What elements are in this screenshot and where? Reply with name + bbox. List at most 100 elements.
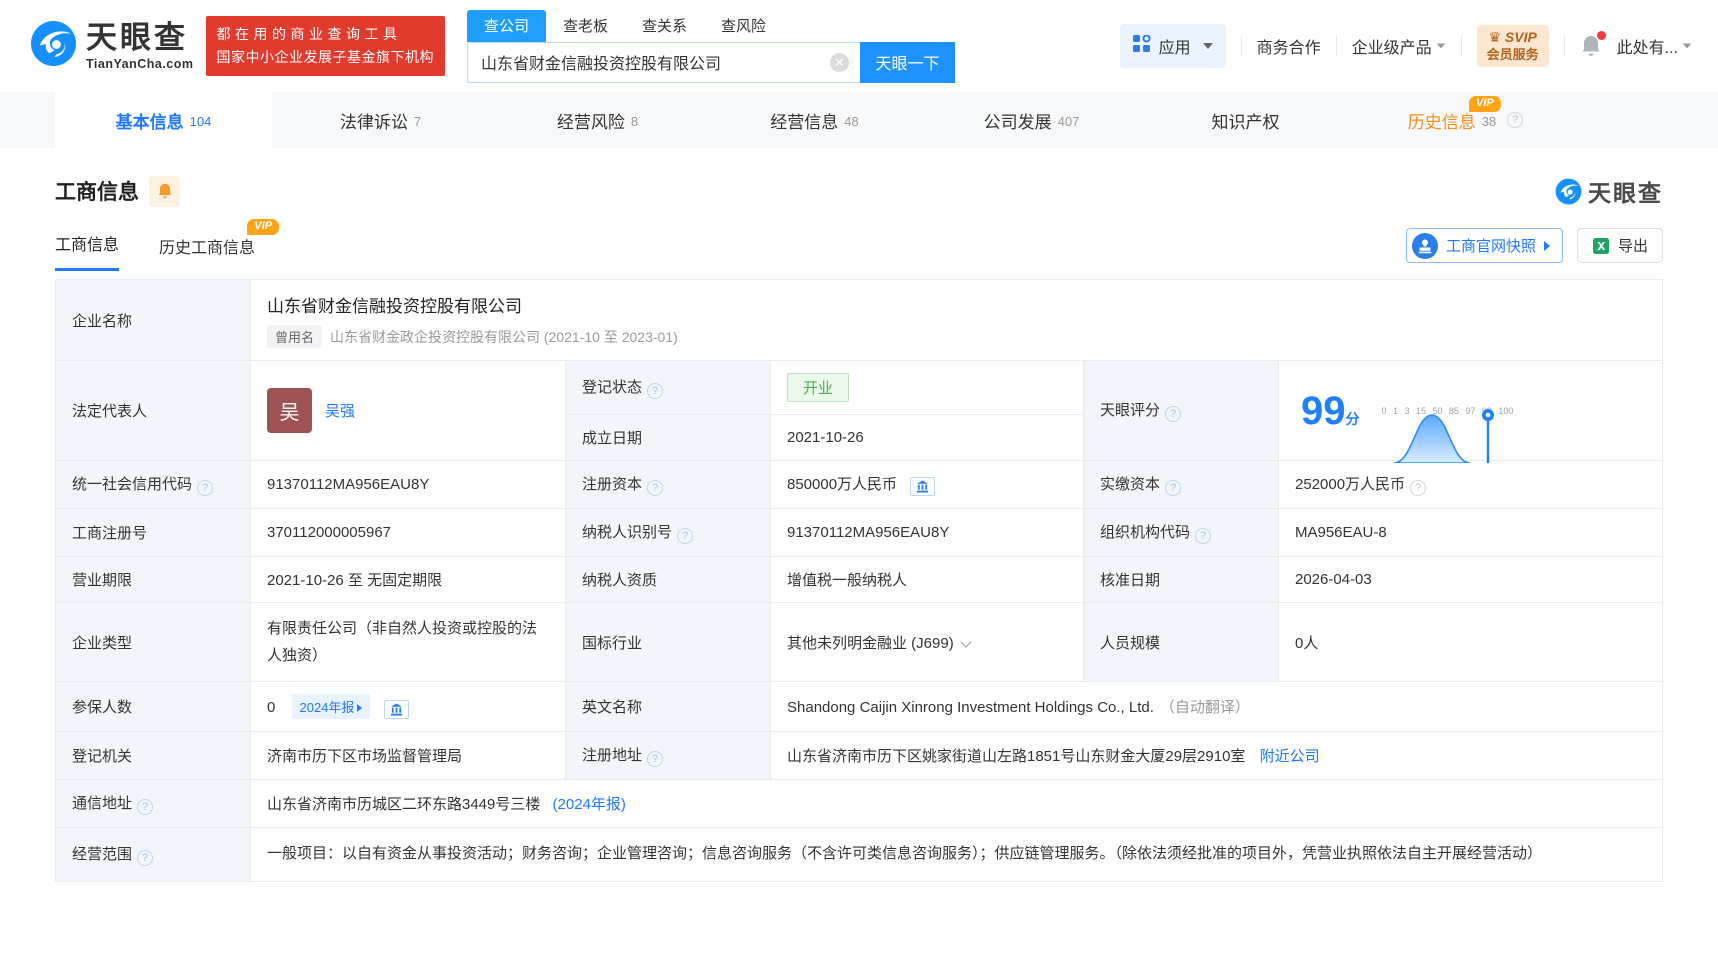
slogan-line1: 都在用的商业查询工具 [216, 25, 402, 42]
paid-capital-cell: 252000万人民币? [1278, 460, 1663, 509]
reg-capital-cell: 850000万人民币 [770, 460, 1084, 509]
legal-rep-link[interactable]: 吴强 [325, 400, 355, 421]
tianyancha-watermark: 天眼查 [1555, 174, 1663, 208]
help-icon[interactable]: ? [197, 480, 214, 496]
table-row: 统一社会信用代码? 91370112MA956EAU8Y 注册资本? 85000… [55, 460, 1663, 509]
company-tab-bar: 基本信息 104 法律诉讼 7 经营风险 8 经营信息 48 公司发展 407 知识产权 … [0, 92, 1718, 148]
notification-dot [1596, 31, 1606, 40]
company-name-cell: 山东省财金信融投资控股有限公司 曾用名 山东省财金政企投资控股有限公司 (202… [250, 279, 1663, 361]
tab-history-info[interactable]: VIP 历史信息 38 ? [1357, 92, 1574, 148]
help-icon[interactable]: ? [647, 480, 664, 496]
field-label: 英文名称 [565, 681, 771, 732]
business-scope-cell: 一般项目：以自有资金从事投资活动；财务咨询；企业管理咨询；信息咨询服务（不含许可… [250, 827, 1663, 882]
table-row: 企业类型 有限责任公司（非自然人投资或控股的法人独资） 国标行业 其他未列明金融… [55, 602, 1663, 682]
help-icon[interactable]: ? [677, 528, 694, 544]
table-row: 营业期限 2021-10-26 至 无固定期限 纳税人资质 增值税一般纳税人 核… [55, 556, 1663, 603]
clear-search-icon[interactable]: ✕ [830, 52, 849, 72]
english-name-cell: Shandong Caijin Xinrong Investment Holdi… [770, 681, 1663, 732]
table-row: 企业名称 山东省财金信融投资控股有限公司 曾用名 山东省财金政企投资控股有限公司… [55, 279, 1663, 361]
search-tab-company[interactable]: 查公司 [467, 9, 547, 42]
tab-business-info[interactable]: 经营信息 48 [706, 92, 923, 148]
top-nav: 应用 商务合作 企业级产品 ♛ SVIP 会员服务 此处有... [1119, 24, 1692, 68]
score-value: 99 [1301, 388, 1346, 433]
subtab-history-registration[interactable]: VIP 历史工商信息 [159, 219, 280, 271]
help-icon[interactable]: ? [647, 383, 664, 399]
export-button[interactable]: 导出 [1576, 228, 1663, 263]
table-row: 参保人数 0 2024年报 英文名称 Shandong Caijin Xinro… [55, 681, 1663, 732]
capital-history-icon[interactable] [910, 477, 936, 496]
help-icon[interactable]: ? [1195, 528, 1212, 544]
taxpayer-id-cell: 91370112MA956EAU8Y [770, 508, 1084, 557]
insured-history-icon[interactable] [383, 700, 409, 719]
field-label: 统一社会信用代码? [55, 460, 251, 509]
help-icon[interactable]: ? [137, 849, 154, 866]
nearby-companies-link[interactable]: 附近公司 [1260, 748, 1320, 765]
field-label: 纳税人识别号? [565, 508, 771, 557]
tianyancha-logo[interactable]: 天眼查 TianYanCha.com [30, 20, 194, 72]
tab-company-development[interactable]: 公司发展 407 [923, 92, 1140, 148]
svip-member-button[interactable]: ♛ SVIP 会员服务 [1476, 25, 1549, 67]
help-icon[interactable]: ? [1165, 480, 1182, 496]
slogan-banner: 都在用的商业查询工具 国家中小企业发展子基金旗下机构 [205, 15, 445, 77]
annual-report-link[interactable]: 2024年报 [291, 694, 371, 719]
help-icon[interactable]: ? [137, 799, 154, 815]
tab-intellectual-property[interactable]: 知识产权 [1140, 92, 1357, 148]
former-name: 山东省财金政企投资控股有限公司 (2021-10 至 2023-01) [330, 328, 678, 345]
chevron-down-icon[interactable] [960, 635, 972, 648]
apps-grid-icon [1132, 34, 1151, 58]
notification-bell-icon[interactable] [1580, 31, 1606, 58]
field-label: 法定代表人 [55, 360, 251, 461]
industry-cell: 其他未列明金融业 (J699) [770, 602, 1084, 682]
score-unit: 分 [1345, 410, 1360, 427]
score-distribution-chart[interactable]: 0131550859799100 [1382, 405, 1514, 463]
help-icon[interactable]: ? [1410, 480, 1427, 496]
field-label: 人员规模 [1083, 602, 1279, 682]
tab-legal-proceedings[interactable]: 法律诉讼 7 [272, 92, 489, 148]
brand-domain: TianYanCha.com [86, 56, 194, 71]
field-label: 参保人数 [55, 681, 251, 732]
approve-date-cell: 2026-04-03 [1278, 556, 1663, 603]
tab-basic-info[interactable]: 基本信息 104 [55, 92, 272, 148]
search-tab-boss[interactable]: 查老板 [546, 10, 625, 42]
brand-name: 天眼查 [86, 19, 188, 55]
mail-address-report-link[interactable]: (2024年报) [553, 796, 626, 813]
chevron-down-icon [1682, 43, 1692, 49]
business-info-section: 工商信息 天眼查 工商信息 VIP 历史工商信息 工商官网快照 导出 企业名称 … [0, 148, 1718, 882]
field-label: 通信地址? [55, 779, 251, 828]
credit-code-cell: 91370112MA956EAU8Y [250, 460, 566, 509]
official-snapshot-button[interactable]: 工商官网快照 [1405, 228, 1563, 263]
nav-account-more[interactable]: 此处有... [1617, 34, 1692, 58]
nav-enterprise[interactable]: 企业级产品 [1352, 34, 1446, 58]
help-icon[interactable]: ? [647, 751, 664, 767]
field-label: 注册资本? [565, 460, 771, 509]
reg-address-cell: 山东省济南市历下区姚家街道山左路1851号山东财金大厦29层2910室 附近公司 [770, 731, 1663, 780]
search-area: 查公司 查老板 查关系 查风险 ✕ 天眼一下 [467, 9, 955, 83]
search-tab-risk[interactable]: 查风险 [704, 10, 783, 42]
est-date-cell: 2021-10-26 [770, 414, 1084, 461]
registration-info-table: 企业名称 山东省财金信融投资控股有限公司 曾用名 山东省财金政企投资控股有限公司… [55, 279, 1663, 882]
nav-cooperation[interactable]: 商务合作 [1257, 34, 1321, 58]
search-input[interactable] [467, 41, 860, 83]
divider [1563, 36, 1565, 56]
tab-operating-risk[interactable]: 经营风险 8 [489, 92, 706, 148]
field-label: 登记状态? [565, 360, 771, 415]
legal-rep-avatar[interactable]: 吴 [267, 388, 312, 433]
excel-icon [1592, 237, 1609, 254]
vip-badge: VIP [247, 219, 280, 236]
help-icon[interactable]: ? [1165, 406, 1182, 422]
field-label: 国标行业 [565, 602, 771, 682]
monitor-bell-icon[interactable] [149, 175, 180, 207]
field-label: 组织机构代码? [1083, 508, 1279, 557]
search-tab-relation[interactable]: 查关系 [625, 10, 704, 42]
apps-menu[interactable]: 应用 [1119, 24, 1226, 68]
tianyancha-eye-icon [30, 20, 77, 72]
reg-no-cell: 370112000005967 [250, 508, 566, 557]
table-row: 工商注册号 370112000005967 纳税人识别号? 91370112MA… [55, 508, 1663, 557]
field-label: 核准日期 [1083, 556, 1279, 603]
subtab-business-registration[interactable]: 工商信息 [55, 231, 120, 271]
status-badge: 开业 [787, 373, 850, 402]
company-type-cell: 有限责任公司（非自然人投资或控股的法人独资） [250, 602, 566, 682]
help-icon[interactable]: ? [1507, 112, 1524, 128]
search-button[interactable]: 天眼一下 [860, 41, 955, 83]
search-tabs: 查公司 查老板 查关系 查风险 [467, 9, 955, 42]
